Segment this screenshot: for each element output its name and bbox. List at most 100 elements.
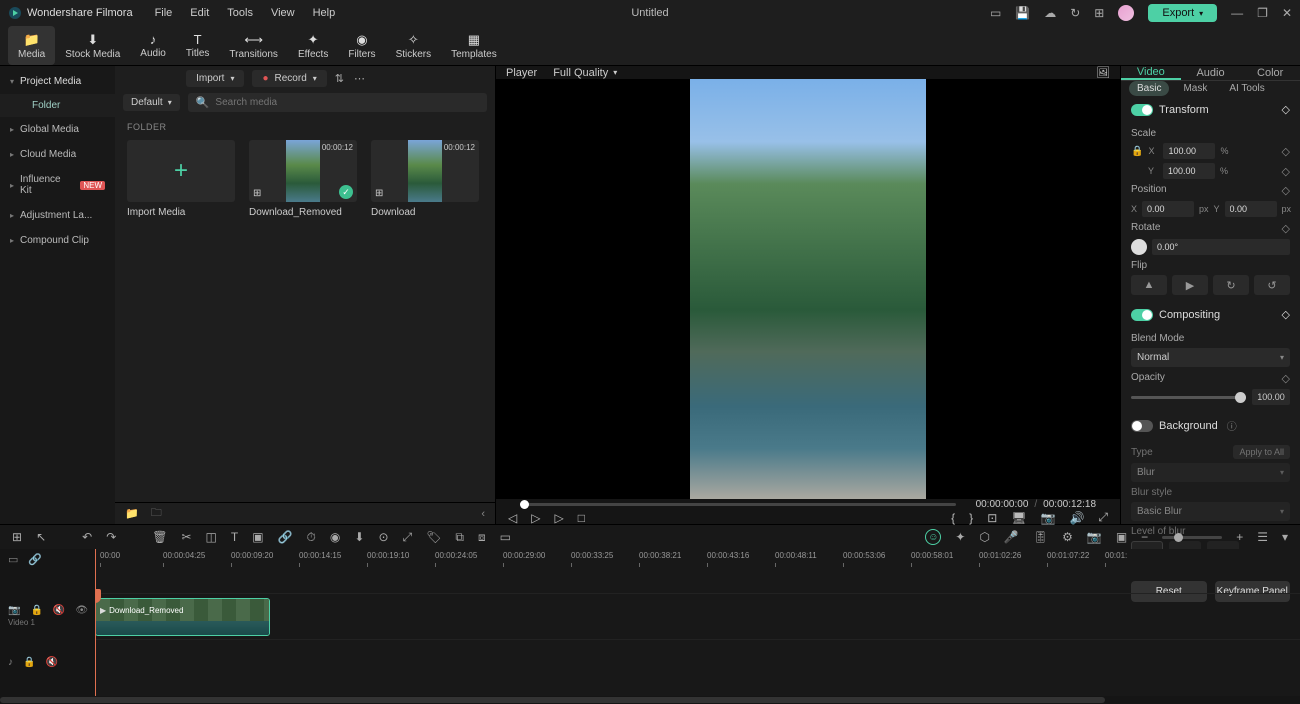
snapshot-icon[interactable]: 🖼 — [1096, 66, 1110, 79]
subtab-mask[interactable]: Mask — [1175, 81, 1215, 96]
keyframe-icon[interactable]: ◇ — [1282, 372, 1290, 385]
media-import[interactable]: + Import Media — [127, 140, 235, 218]
mark-out-icon[interactable]: } — [969, 511, 973, 525]
more-icon[interactable]: ⋯ — [354, 72, 365, 85]
ribbon-titles[interactable]: TTitles — [176, 26, 220, 65]
audio-mix-icon[interactable]: 🎚 — [1033, 530, 1048, 544]
rotate-dial[interactable] — [1131, 239, 1147, 255]
lock-icon[interactable]: 🔒 — [1131, 146, 1143, 157]
ribbon-stickers[interactable]: ✧Stickers — [386, 26, 442, 65]
user-avatar[interactable] — [1118, 5, 1134, 21]
menu-view[interactable]: View — [271, 7, 295, 19]
ribbon-transitions[interactable]: ⟷Transitions — [219, 26, 288, 65]
import-dropdown[interactable]: Import▾ — [186, 70, 244, 87]
cloud-icon[interactable]: ☁ — [1044, 6, 1056, 20]
tl-snap-icon[interactable]: ⊞ — [12, 530, 22, 544]
menu-edit[interactable]: Edit — [190, 7, 209, 19]
tl-pointer-icon[interactable]: ↖ — [36, 530, 46, 544]
opacity-slider[interactable] — [1131, 396, 1246, 399]
split-icon[interactable]: ✂ — [181, 530, 191, 544]
ribbon-effects[interactable]: ✦Effects — [288, 26, 338, 65]
media-item[interactable]: 00:00:12⊞ Download — [371, 140, 479, 218]
close-icon[interactable]: ✕ — [1282, 6, 1292, 20]
scale-y-input[interactable] — [1163, 163, 1215, 179]
new-bin-icon[interactable]: 🗀 — [151, 504, 162, 523]
play-icon[interactable]: ▷ — [531, 511, 540, 525]
fullscreen-icon[interactable]: ⤢ — [1098, 510, 1108, 525]
video-preview[interactable] — [496, 79, 1120, 499]
rotate-cw-icon[interactable]: ↻ — [1213, 275, 1249, 295]
keyframe-icon[interactable]: ◇ — [1282, 222, 1290, 235]
record-dropdown[interactable]: ●Record▾ — [252, 70, 326, 87]
timeline-scrollbar[interactable] — [0, 696, 1300, 704]
crop-tl-icon[interactable]: ◫ — [206, 530, 217, 544]
display-icon[interactable]: 🖥 — [1011, 511, 1026, 525]
media-item[interactable]: 00:00:12⊞✓ Download_Removed — [249, 140, 357, 218]
sidebar-global-media[interactable]: ▸Global Media — [0, 117, 115, 142]
ribbon-audio[interactable]: ♪Audio — [130, 26, 176, 65]
video-track-head[interactable]: 📷🔒🔇👁 Video 1 — [0, 593, 95, 639]
link-icon[interactable]: 🔗 — [278, 530, 293, 544]
tab-video[interactable]: Video — [1121, 66, 1181, 80]
sidebar-compound-clip[interactable]: ▸Compound Clip — [0, 228, 115, 253]
audio-track-lane[interactable] — [95, 639, 1300, 685]
search-input[interactable] — [215, 97, 479, 108]
zoom-slider[interactable] — [1162, 536, 1222, 539]
tag-icon[interactable]: 🏷 — [426, 530, 441, 544]
prev-frame-icon[interactable]: ◁ — [508, 511, 517, 525]
sidebar-adjustment-layer[interactable]: ▸Adjustment La... — [0, 203, 115, 228]
crop-icon[interactable]: ⊡ — [987, 511, 997, 525]
tab-audio[interactable]: Audio — [1181, 66, 1241, 80]
quality-dropdown[interactable]: Full Quality▾ — [553, 67, 617, 79]
subtab-basic[interactable]: Basic — [1129, 81, 1169, 96]
mic-icon[interactable]: 🎤 — [1004, 530, 1019, 544]
color-icon[interactable]: ◉ — [330, 530, 340, 544]
rotate-ccw-icon[interactable]: ↺ — [1254, 275, 1290, 295]
group-icon[interactable]: ⧉ — [455, 530, 464, 545]
minimize-icon[interactable]: — — [1231, 6, 1243, 20]
scale-x-input[interactable] — [1163, 143, 1215, 159]
collapse-left-icon[interactable]: ‹ — [481, 508, 485, 520]
main-track-icon[interactable]: ▭ — [8, 553, 18, 566]
menu-file[interactable]: File — [155, 7, 173, 19]
new-folder-icon[interactable]: 📁 — [125, 507, 139, 520]
sidebar-project-media[interactable]: ▾Project Media — [0, 69, 115, 94]
screenshot-icon[interactable]: ▣ — [252, 530, 263, 544]
ribbon-templates[interactable]: ▦Templates — [441, 26, 507, 65]
keyframe-icon[interactable]: ◇ — [1282, 308, 1290, 321]
keyframe-icon[interactable]: ◇ — [1282, 103, 1290, 116]
keyframe-icon[interactable]: ◇ — [1282, 145, 1290, 158]
flip-horizontal-icon[interactable]: ▲ — [1131, 275, 1167, 295]
undo-icon[interactable]: ↶ — [82, 530, 92, 544]
stop-icon[interactable]: □ — [578, 511, 585, 525]
transform-toggle[interactable] — [1131, 104, 1153, 116]
timeline-clip[interactable]: ▶Download_Removed — [95, 598, 270, 636]
sidebar-cloud-media[interactable]: ▸Cloud Media — [0, 142, 115, 167]
adjust-icon[interactable]: ⚙ — [1062, 530, 1073, 544]
ribbon-media[interactable]: 📁Media — [8, 26, 55, 65]
marker-tl-icon[interactable]: ⬇ — [354, 530, 364, 544]
delete-icon[interactable]: 🗑 — [152, 530, 167, 544]
apply-to-all-button[interactable]: Apply to All — [1233, 445, 1290, 459]
blur-style-select[interactable]: Basic Blur▾ — [1131, 502, 1290, 521]
bg-type-select[interactable]: Blur▾ — [1131, 463, 1290, 482]
ungroup-icon[interactable]: ⧈ — [478, 530, 486, 545]
audio-detect-icon[interactable]: ✦ — [955, 530, 965, 544]
sidebar-influence-kit[interactable]: ▸Influence KitNEW — [0, 167, 115, 203]
export-button[interactable]: Export▾ — [1148, 4, 1217, 22]
camera-icon[interactable]: 📷 — [1040, 511, 1055, 525]
tab-color[interactable]: Color — [1240, 66, 1300, 80]
pos-y-input[interactable] — [1225, 201, 1277, 217]
volume-icon[interactable]: 🔊 — [1069, 511, 1084, 525]
duration-icon[interactable]: ⊙ — [378, 530, 388, 544]
playback-scrubber[interactable] — [520, 503, 956, 506]
keyframe-icon[interactable]: ◇ — [1282, 165, 1290, 178]
playhead[interactable] — [95, 549, 96, 696]
rotate-input[interactable] — [1152, 239, 1290, 255]
keyframe-icon[interactable]: ◇ — [1282, 184, 1290, 197]
history-icon[interactable]: ↻ — [1070, 6, 1080, 20]
menu-tools[interactable]: Tools — [227, 7, 253, 19]
text-tl-icon[interactable]: T — [231, 530, 238, 544]
apps-icon[interactable]: ⊞ — [1094, 6, 1104, 20]
opacity-value[interactable]: 100.00 — [1252, 389, 1290, 405]
